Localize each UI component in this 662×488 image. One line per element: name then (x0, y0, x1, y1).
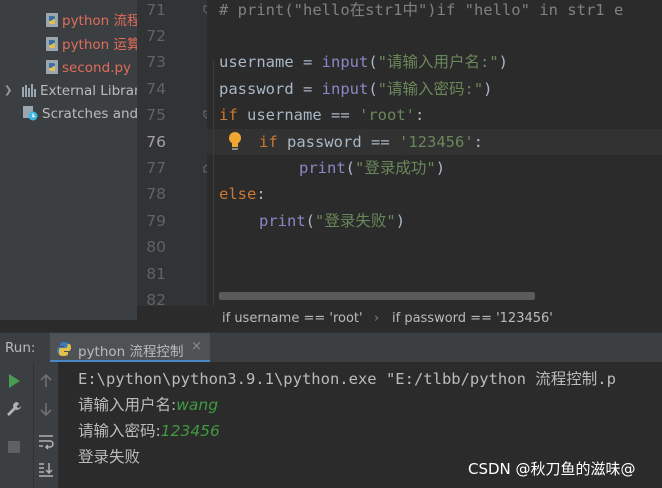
line-number: 79 (146, 212, 166, 230)
stop-icon[interactable] (5, 438, 23, 456)
line-number: 75 (146, 106, 166, 124)
breadcrumb-item[interactable]: if password == '123456' (392, 306, 553, 332)
line-number: 72 (146, 27, 166, 45)
run-label: Run: (5, 340, 36, 356)
soft-wrap-icon[interactable] (37, 432, 55, 450)
rerun-icon[interactable] (5, 372, 23, 390)
breadcrumb-item[interactable]: if username == 'root' (222, 306, 363, 332)
run-panel-header: Run: python 流程控制 × (0, 332, 662, 363)
line-number: 78 (146, 185, 166, 203)
console-toolbar (33, 362, 58, 488)
chevron-right-icon[interactable]: ❯ (4, 80, 12, 102)
line-number: 80 (146, 238, 166, 256)
console-user-input: wang (176, 396, 219, 414)
tree-item-external-libraries[interactable]: ❯ External Librar (0, 80, 137, 102)
lightbulb-icon[interactable] (227, 131, 243, 151)
tree-item-python-flow[interactable]: python 流程 (46, 10, 137, 32)
python-logo-icon (57, 342, 71, 356)
run-toolbar (0, 362, 33, 488)
tree-item-python-ops[interactable]: python 运算 (46, 34, 137, 56)
python-file-icon (46, 60, 58, 74)
python-file-icon (46, 37, 58, 51)
code-line-74: password = input("请输入密码:") (219, 80, 493, 98)
horizontal-scrollbar[interactable] (219, 292, 535, 300)
project-tree: python 流程 python 运算 second.py ❯ External… (0, 0, 137, 320)
line-number: 73 (146, 53, 166, 71)
run-tab[interactable]: python 流程控制 × (50, 333, 210, 363)
code-line-77: print("登录成功") (299, 159, 446, 177)
console-line-password: 请输入密码:123456 (78, 422, 220, 440)
down-arrow-icon[interactable] (37, 400, 55, 418)
console-command-line: E:\python\python3.9.1\python.exe "E:/tlb… (78, 370, 616, 388)
breadcrumb-separator: › (374, 311, 380, 326)
code-line-79: print("登录失败") (259, 212, 406, 230)
code-line-76: if password == '123456': (259, 133, 483, 151)
tree-item-scratches[interactable]: Scratches and (22, 103, 137, 125)
line-number: 81 (146, 265, 166, 283)
code-line-71: # print("hello在str1中")if "hello" in str1… (219, 1, 624, 19)
scratches-icon (23, 106, 38, 121)
run-tab-label: python 流程控制 (78, 344, 184, 360)
wrench-icon[interactable] (5, 400, 23, 418)
indent-guide (213, 60, 214, 306)
line-number: 82 (146, 291, 166, 306)
code-line-78: else: (219, 185, 266, 203)
line-number: 71 (146, 1, 166, 19)
line-number: 77 (146, 159, 166, 177)
close-icon[interactable]: × (191, 339, 202, 354)
scroll-to-end-icon[interactable] (37, 460, 55, 478)
code-line-73: username = input("请输入用户名:") (219, 53, 509, 71)
console-user-input: 123456 (160, 422, 220, 440)
console-line-result: 登录失败 (78, 448, 141, 466)
code-line-75: if username == 'root': (219, 106, 425, 124)
tree-item-second-py[interactable]: second.py (46, 57, 131, 79)
code-editor[interactable]: # print("hello在str1中")if "hello" in str1… (207, 0, 662, 306)
python-file-icon (46, 13, 58, 27)
breadcrumb: if username == 'root' › if password == '… (137, 306, 662, 332)
line-number-current: 76 (146, 133, 166, 151)
line-number: 74 (146, 80, 166, 98)
library-icon (22, 84, 36, 97)
up-arrow-icon[interactable] (37, 372, 55, 390)
watermark: CSDN @秋刀鱼的滋味@ (468, 460, 636, 478)
line-number-gutter: 71 72 73 74 75 76 77 78 79 80 81 82 (137, 0, 207, 306)
console-line-username: 请输入用户名:wang (78, 396, 219, 414)
